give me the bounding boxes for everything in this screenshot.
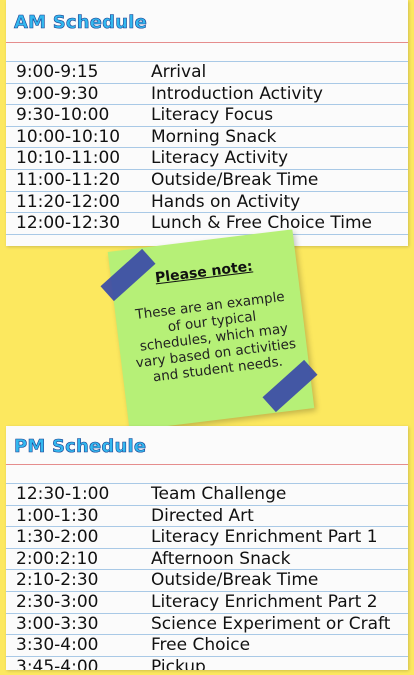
activity-cell: Literacy Focus xyxy=(151,105,274,126)
activity-cell: Literacy Enrichment Part 1 xyxy=(151,527,378,548)
activity-cell: Pickup xyxy=(151,656,206,670)
schedule-row: 10:00-10:10 Morning Snack xyxy=(6,127,408,149)
schedule-row: 3:30-4:00 Free Choice xyxy=(6,635,408,657)
am-schedule-rows: 9:00-9:15 Arrival 9:00-9:30 Introduction… xyxy=(6,61,408,235)
time-cell: 12:00-12:30 xyxy=(16,213,121,234)
schedule-row: 11:20-12:00 Hands on Activity xyxy=(6,192,408,214)
activity-cell: Hands on Activity xyxy=(151,191,301,212)
schedule-row: 2:00:2:10 Afternoon Snack xyxy=(6,549,408,571)
activity-cell: Literacy Enrichment Part 2 xyxy=(151,591,378,612)
activity-cell: Introduction Activity xyxy=(151,83,323,104)
time-cell: 11:00-11:20 xyxy=(16,169,121,190)
schedule-row: 3:00-3:30 Science Experiment or Craft xyxy=(6,614,408,636)
activity-cell: Science Experiment or Craft xyxy=(151,613,391,634)
margin-line xyxy=(6,42,408,43)
time-cell: 2:30-3:00 xyxy=(16,591,99,612)
schedule-row: 2:10-2:30 Outside/Break Time xyxy=(6,570,408,592)
activity-cell: Arrival xyxy=(151,62,207,82)
note-body: These are an example of our typical sche… xyxy=(134,288,297,386)
time-cell: 10:00-10:10 xyxy=(16,126,121,147)
time-cell: 3:30-4:00 xyxy=(16,635,99,656)
activity-cell: Directed Art xyxy=(151,505,254,526)
time-cell: 9:30-10:00 xyxy=(16,105,110,126)
schedule-row: 9:00-9:15 Arrival xyxy=(6,61,408,84)
time-cell: 1:30-2:00 xyxy=(16,527,99,548)
activity-cell: Literacy Activity xyxy=(151,148,289,169)
time-cell: 3:00-3:30 xyxy=(16,613,99,634)
schedule-row: 1:30-2:00 Literacy Enrichment Part 1 xyxy=(6,527,408,549)
activity-cell: Outside/Break Time xyxy=(151,570,319,591)
am-schedule-title: AM Schedule xyxy=(14,12,148,34)
time-cell: 2:00:2:10 xyxy=(16,548,99,569)
activity-cell: Outside/Break Time xyxy=(151,169,319,190)
time-cell: 1:00-1:30 xyxy=(16,505,99,526)
schedule-row: 9:30-10:00 Literacy Focus xyxy=(6,105,408,127)
am-schedule-card: AM Schedule 9:00-9:15 Arrival 9:00-9:30 … xyxy=(6,0,408,246)
activity-cell: Team Challenge xyxy=(151,484,287,504)
time-cell: 10:10-11:00 xyxy=(16,148,121,169)
pm-schedule-title: PM Schedule xyxy=(14,436,147,458)
activity-cell: Morning Snack xyxy=(151,126,277,147)
margin-line xyxy=(6,464,408,465)
activity-cell: Lunch & Free Choice Time xyxy=(151,213,372,234)
time-cell: 9:00-9:30 xyxy=(16,83,99,104)
pm-schedule-rows: 12:30-1:00 Team Challenge 1:00-1:30 Dire… xyxy=(6,483,408,670)
pm-schedule-card: PM Schedule 12:30-1:00 Team Challenge 1:… xyxy=(6,426,408,670)
activity-cell: Free Choice xyxy=(151,635,251,656)
schedule-row: 3:45-4:00 Pickup xyxy=(6,657,408,670)
schedule-row: 1:00-1:30 Directed Art xyxy=(6,506,408,528)
schedule-row: 12:00-12:30 Lunch & Free Choice Time xyxy=(6,213,408,235)
time-cell: 11:20-12:00 xyxy=(16,191,121,212)
schedule-row: 10:10-11:00 Literacy Activity xyxy=(6,148,408,170)
time-cell: 2:10-2:30 xyxy=(16,570,99,591)
activity-cell: Afternoon Snack xyxy=(151,548,291,569)
schedule-row: 11:00-11:20 Outside/Break Time xyxy=(6,170,408,192)
time-cell: 3:45-4:00 xyxy=(16,656,99,670)
schedule-row: 9:00-9:30 Introduction Activity xyxy=(6,84,408,106)
time-cell: 9:00-9:15 xyxy=(16,62,99,82)
time-cell: 12:30-1:00 xyxy=(16,484,110,504)
schedule-row: 12:30-1:00 Team Challenge xyxy=(6,483,408,506)
schedule-row: 2:30-3:00 Literacy Enrichment Part 2 xyxy=(6,592,408,614)
